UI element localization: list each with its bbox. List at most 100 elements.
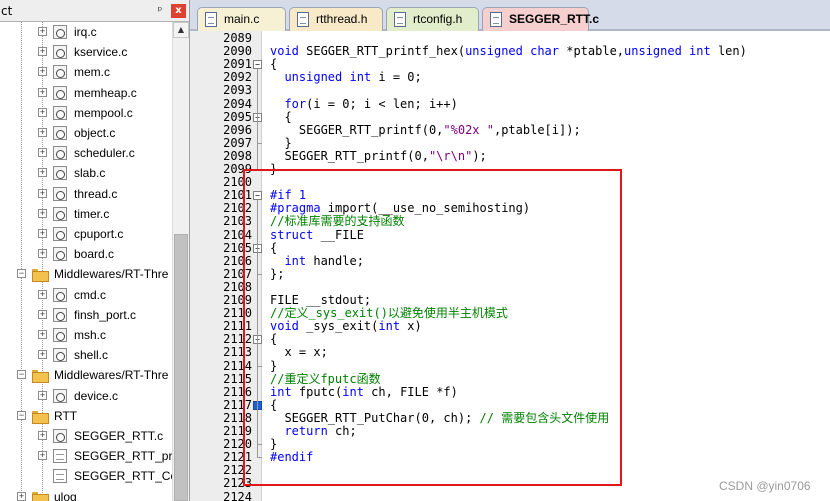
tree-folder-item[interactable]: − RTT [0, 406, 172, 426]
code-token: unsigned int [624, 44, 711, 59]
expand-icon[interactable]: + [38, 128, 47, 137]
tree-file-item[interactable]: + memheap.c [0, 83, 172, 103]
tree-file-item[interactable]: SEGGER_RTT_Conf [0, 466, 172, 486]
expand-icon[interactable]: + [38, 229, 47, 238]
collapse-icon[interactable]: − [17, 269, 26, 279]
code-line: { [270, 241, 277, 255]
code-token: ); [472, 148, 487, 163]
tree-file-item[interactable]: + kservice.c [0, 42, 172, 62]
tree-scrollbar[interactable]: ▲ [172, 22, 189, 501]
editor-tab[interactable]: SEGGER_RTT.c [482, 7, 599, 31]
collapse-icon[interactable]: − [17, 410, 26, 420]
line-number: 2106 [223, 253, 252, 268]
code-token: "%02x " [443, 122, 494, 137]
code-token: ,ptable[i]); [493, 122, 581, 137]
expand-icon[interactable]: + [38, 188, 47, 198]
c-file-icon [53, 307, 67, 322]
tree-file-item[interactable]: + cpuport.c [0, 224, 172, 244]
tree-item-label: SEGGER_RTT_Conf [74, 469, 172, 484]
tree-file-item[interactable]: + scheduler.c [0, 143, 172, 163]
expand-icon[interactable]: + [38, 350, 47, 360]
scroll-thumb[interactable] [174, 234, 188, 501]
tree-file-item[interactable]: + timer.c [0, 204, 172, 224]
expand-icon[interactable]: + [38, 208, 47, 218]
expand-icon[interactable]: + [38, 390, 47, 400]
editor-tab-label: main.c [224, 12, 260, 26]
tree-file-item[interactable]: + device.c [0, 386, 172, 406]
tree-item-label: board.c [74, 247, 115, 262]
c-file-icon [53, 429, 67, 443]
tree-file-item[interactable]: + msh.c [0, 325, 172, 345]
editor-tab[interactable]: rtthread.h [289, 7, 383, 31]
line-number: 2116 [223, 384, 252, 399]
tree-item-label: RTT [54, 408, 78, 423]
pin-icon[interactable]: ᵖ [153, 3, 167, 18]
expand-icon[interactable]: + [38, 148, 47, 158]
tree-folder-item[interactable]: − Middlewares/RT-Thre [0, 365, 172, 385]
folder-icon [32, 368, 49, 384]
tree-file-item[interactable]: + irq.c [0, 22, 172, 42]
code-line: unsigned int i = 0; [270, 70, 421, 85]
collapse-icon[interactable]: − [17, 370, 26, 380]
tree-file-item[interactable]: + SEGGER_RTT_print [0, 446, 172, 466]
tree-item-label: timer.c [74, 206, 110, 221]
expand-icon[interactable]: + [38, 309, 47, 319]
editor-tab-bar: main.c rtthread.h rtconfig.h SEGGER_RTT.c [190, 0, 830, 31]
expand-icon[interactable]: + [38, 330, 47, 339]
tree-folder-item[interactable]: − Middlewares/RT-Thre [0, 264, 172, 284]
document-icon [394, 12, 406, 27]
fold-toggle-icon[interactable]: − [253, 191, 262, 201]
c-file-icon [53, 25, 67, 39]
project-tree: + irq.c + kservice.c + mem.c + memheap.c + mempoo… [0, 22, 172, 501]
line-number: 2089 [223, 31, 252, 45]
tree-item-label: Middlewares/RT-Thre [54, 368, 169, 383]
code-token: unsigned int [270, 70, 372, 85]
tree-file-item[interactable]: + mempool.c [0, 103, 172, 123]
scroll-up-arrow-icon[interactable]: ▲ [173, 22, 189, 38]
expand-icon[interactable]: + [38, 168, 47, 178]
line-number: 2091 [223, 57, 252, 72]
tree-file-item[interactable]: + thread.c [0, 184, 172, 204]
tree-file-item[interactable]: + cmd.c [0, 285, 172, 305]
tree-file-item[interactable]: + finsh_port.c [0, 305, 172, 325]
project-panel-title: ct [1, 4, 13, 18]
tree-file-item[interactable]: + board.c [0, 244, 172, 264]
code-line: { [270, 58, 277, 71]
fold-guide-line [257, 409, 258, 445]
tree-file-item[interactable]: + shell.c [0, 345, 172, 365]
expand-icon[interactable]: + [38, 431, 47, 440]
line-number: 2097 [223, 135, 252, 150]
expand-icon[interactable]: + [38, 451, 47, 461]
editor-tab-label: rtthread.h [316, 12, 368, 26]
tree-file-item[interactable]: + mem.c [0, 62, 172, 82]
expand-icon[interactable]: + [38, 87, 47, 97]
tree-item-label: mem.c [74, 65, 110, 80]
expand-icon[interactable]: + [38, 107, 47, 117]
code-token: #endif [270, 450, 314, 465]
tree-file-item[interactable]: + slab.c [0, 163, 172, 183]
c-file-icon [53, 65, 67, 80]
expand-icon[interactable]: + [38, 249, 47, 259]
code-token: int [342, 384, 364, 399]
close-icon[interactable]: x [171, 4, 186, 18]
code-token: { [270, 57, 278, 72]
expand-icon[interactable]: + [38, 289, 47, 299]
tree-file-item[interactable]: + object.c [0, 123, 172, 143]
line-number: 2122 [223, 463, 252, 478]
expand-icon[interactable]: + [17, 491, 26, 501]
expand-icon[interactable]: + [38, 27, 47, 36]
tree-file-item[interactable]: + SEGGER_RTT.c [0, 426, 172, 446]
document-icon [297, 12, 309, 27]
c-file-icon [53, 227, 67, 241]
expand-icon[interactable]: + [38, 67, 47, 77]
c-file-icon [53, 328, 67, 342]
line-number: 2107 [223, 266, 252, 281]
tree-item-label: ulog [54, 489, 77, 501]
editor-tab[interactable]: rtconfig.h [386, 7, 479, 31]
code-view[interactable]: void SEGGER_RTT_printf_hex(unsigned char… [262, 31, 830, 501]
fold-toggle-icon[interactable]: − [253, 60, 262, 70]
tree-folder-item[interactable]: + ulog [0, 487, 172, 501]
code-token: #if 1 [270, 188, 307, 203]
editor-tab[interactable]: main.c [197, 7, 286, 31]
expand-icon[interactable]: + [38, 47, 47, 57]
